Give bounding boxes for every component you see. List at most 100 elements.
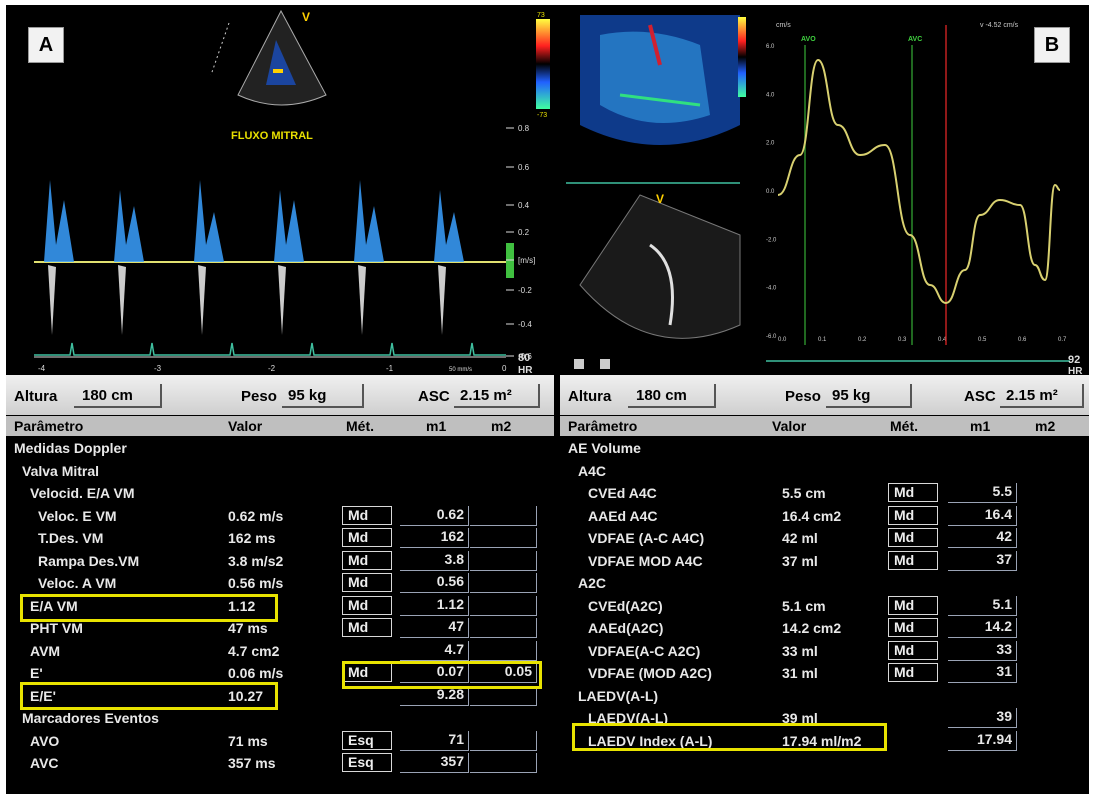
m2-field[interactable] [470,505,537,526]
method-field[interactable] [888,731,938,750]
param-name: VDFAE MOD A4C [588,552,703,569]
altura-field-b[interactable]: 180 cm [628,384,716,408]
table-row: Valva Mitral [6,460,554,482]
m2-field[interactable] [470,730,537,751]
method-field[interactable]: Md [888,505,938,525]
method-field[interactable]: Md [888,595,938,615]
highlight-laedv-index [572,723,887,751]
probe-marker-a: V [302,10,310,24]
highlight-e-prime-values [342,661,542,689]
m1-field[interactable]: 14.2 [948,618,1017,638]
avo-label: AVO [801,36,816,43]
m1-field[interactable]: 17.94 [948,730,1017,751]
col-param-b: Parâmetro [568,418,638,434]
m1-field[interactable]: 33 [948,640,1017,661]
m1-field[interactable]: 31 [948,663,1017,683]
m1-field[interactable]: 357 [400,753,469,773]
method-field[interactable]: Md [342,618,392,637]
param-name: VDFAE (A-C A4C) [588,530,705,546]
m2-field[interactable] [470,618,537,638]
m1-field[interactable]: 1.12 [400,595,469,616]
param-name: Veloc. E VM [38,507,117,524]
col-m2-a: m2 [491,418,512,434]
avc-label: AVC [908,36,922,43]
asc-field-b[interactable]: 2.15 m² [1000,384,1084,408]
table-row: Velocid. E/A VM [6,482,554,504]
param-name: AVO [30,732,60,749]
doppler-reverse-flow [438,265,446,335]
doppler-beat [354,180,384,262]
sector-2d-b [579,194,741,339]
param-value: 31 ml [782,665,818,681]
m1-field[interactable]: 47 [400,618,469,638]
m1-field[interactable]: 39 [948,708,1017,728]
method-field[interactable] [888,708,938,727]
method-field[interactable]: Md [342,528,392,547]
time-tick: -4 [38,364,46,373]
tdi-x-tick: 0.5 [978,337,987,343]
m1-field[interactable]: 0.62 [400,505,469,526]
altura-value-b: 180 cm [636,387,687,404]
m1-field[interactable]: 71 [400,730,469,751]
tdi-y-tick: 2.0 [766,141,775,147]
method-field[interactable]: Md [342,550,392,570]
sample-volume-marker [273,69,283,73]
peso-field-b[interactable]: 95 kg [826,384,912,408]
param-name: AE Volume [568,440,641,456]
screen: V FLUXO MITRAL 73 -73 0.8 0.6 0.4 0.2 [m/s] -… [6,5,1089,794]
m1-field[interactable]: 4.7 [400,640,469,661]
method-field[interactable]: Md [888,640,938,660]
probe-marker-b: V [656,192,664,206]
patient-header-b: Altura 180 cm Peso 95 kg ASC 2.15 m² [560,375,1089,415]
method-field[interactable] [342,641,392,660]
doppler-beat [194,180,224,262]
peso-field-a[interactable]: 95 kg [282,384,364,408]
method-field[interactable]: Md [888,618,938,637]
method-field[interactable]: Md [888,528,938,547]
time-tick: -1 [386,364,394,373]
table-row: LAEDV(A-L) [560,685,1089,707]
m2-field[interactable] [470,528,537,548]
tdi-y-tick: 6.0 [766,44,775,50]
m2-field[interactable] [470,595,537,616]
param-name: Medidas Doppler [14,440,127,456]
asc-field-a[interactable]: 2.15 m² [454,384,540,408]
param-value: 5.5 cm [782,485,826,501]
altura-field-a[interactable]: 180 cm [74,384,162,408]
doppler-reverse-flow [118,265,126,335]
m2-field[interactable] [470,640,537,661]
m1-field[interactable]: 5.5 [948,483,1017,503]
m2-field[interactable] [470,573,537,593]
tdi-y-tick: 4.0 [766,92,775,98]
method-field[interactable]: Md [342,573,392,592]
table-row: VDFAE (MOD A2C) 31 ml Md 31 [560,662,1089,684]
param-name: AVC [30,755,59,771]
method-field[interactable]: Esq [342,730,392,750]
method-field[interactable]: Md [342,505,392,525]
method-field[interactable]: Md [888,483,938,502]
m1-field[interactable]: 0.56 [400,573,469,593]
param-name: Marcadores Eventos [22,710,159,726]
method-field[interactable]: Md [342,595,392,615]
velocity-scale-a: 0.80.60.40.2[m/s]-0.2-0.4-0.6 [506,124,535,361]
highlight-e-a-vm [20,594,278,622]
method-field[interactable]: Md [888,663,938,682]
m1-field[interactable]: 42 [948,528,1017,548]
m1-field[interactable]: 16.4 [948,505,1017,526]
table-row: AAEd(A2C) 14.2 cm2 Md 14.2 [560,617,1089,639]
m1-field[interactable]: 37 [948,550,1017,571]
tdi-x-tick: 0.3 [898,337,907,343]
method-field[interactable]: Esq [342,753,392,772]
param-name: CVEd A4C [588,485,657,501]
table-row: CVEd A4C 5.5 cm Md 5.5 [560,482,1089,504]
param-value: 37 ml [782,552,818,569]
m1-field[interactable]: 5.1 [948,595,1017,616]
tdi-x-tick: 0.6 [1018,337,1027,343]
m2-field[interactable] [470,753,537,773]
m2-field[interactable] [470,550,537,571]
m1-field[interactable]: 162 [400,528,469,548]
param-value: 5.1 cm [782,597,826,614]
m1-field[interactable]: 3.8 [400,550,469,571]
tdi-x-tick: 0.1 [818,337,827,343]
method-field[interactable]: Md [888,550,938,570]
